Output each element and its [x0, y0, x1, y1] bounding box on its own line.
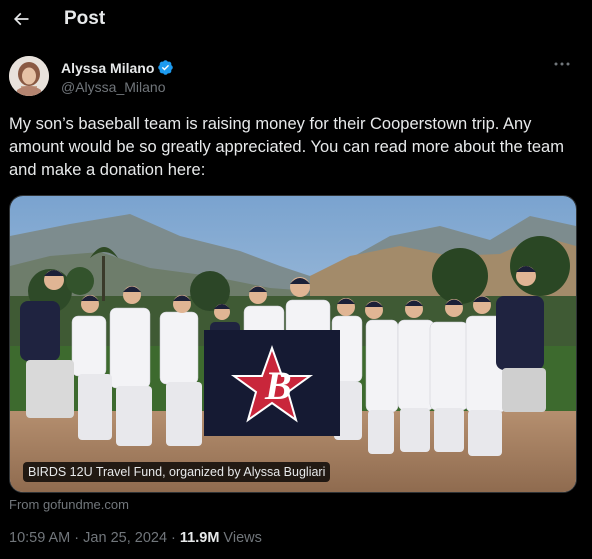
meta-separator: · [70, 530, 84, 546]
avatar-image [9, 56, 49, 96]
avatar[interactable] [9, 56, 49, 96]
meta-separator: · [167, 530, 180, 546]
display-name[interactable]: Alyssa Milano [61, 60, 154, 76]
author-row: Alyssa Milano @Alyssa_Milano [9, 56, 584, 100]
verified-badge-icon [158, 60, 174, 75]
tweet-time[interactable]: 10:59 AM [9, 530, 70, 546]
team-banner: B [204, 330, 340, 436]
more-options-button[interactable] [550, 58, 574, 74]
arrow-left-icon [13, 12, 29, 26]
page-title: Post [64, 8, 106, 29]
views-count: 11.9M [179, 530, 220, 546]
tweet-meta: 10:59 AM · Jan 25, 2024 · 11.9M Views [9, 530, 262, 546]
tweet-text: My son’s baseball team is raising money … [9, 115, 569, 179]
team-photo: B [10, 196, 576, 492]
more-horizontal-icon [554, 62, 570, 66]
card-caption: BIRDS 12U Travel Fund, organized by Alys… [23, 462, 331, 482]
user-handle[interactable]: @Alyssa_Milano [61, 79, 165, 95]
link-card[interactable]: B BIRDS 12U Travel Fund, organized by Al… [9, 195, 577, 493]
back-button[interactable] [6, 4, 36, 34]
views-label: Views [219, 530, 262, 546]
tweet-date[interactable]: Jan 25, 2024 [83, 530, 167, 546]
top-bar: Post [0, 0, 592, 40]
svg-text:B: B [264, 363, 292, 408]
card-source[interactable]: From gofundme.com [9, 497, 129, 512]
name-row: Alyssa Milano [61, 59, 174, 76]
